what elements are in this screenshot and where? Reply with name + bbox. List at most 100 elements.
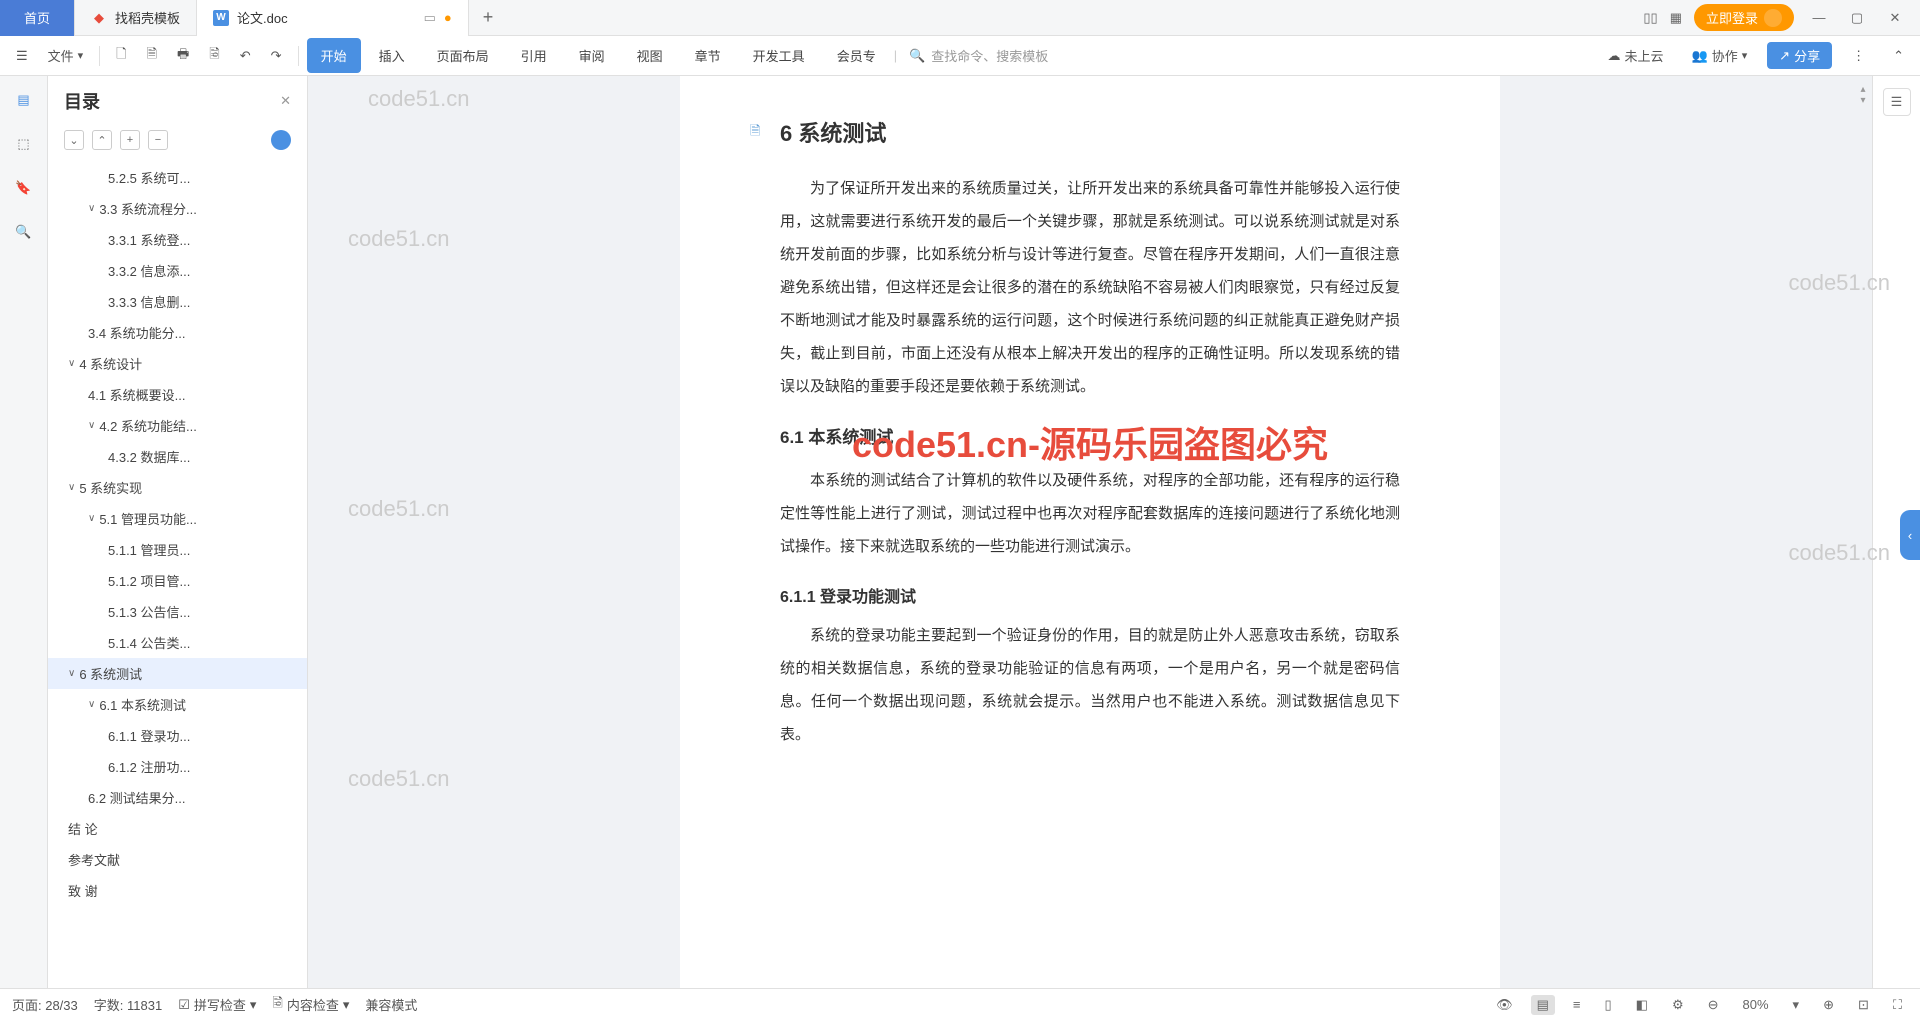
collapse-icon[interactable]: ⌃ [1885,42,1912,70]
outline-item[interactable]: 6.2 测试结果分... [48,782,307,813]
outline-item-label: 5.1.4 公告类... [108,633,190,652]
fit-icon[interactable]: ⊡ [1852,995,1875,1015]
search-box[interactable]: 🔍 查找命令、搜索模板 [901,46,1056,65]
fullscreen-icon[interactable]: ⛶ [1887,995,1908,1015]
outline-item[interactable]: 5.1.3 公告信... [48,596,307,627]
remove-icon[interactable]: − [148,130,168,150]
outline-item[interactable]: ∨4 系统设计 [48,348,307,379]
add-icon[interactable]: + [120,130,140,150]
view-read-icon[interactable]: ◧ [1630,995,1654,1015]
word-count[interactable]: 字数: 11831 [94,995,162,1014]
outline-item[interactable]: 5.2.5 系统可... [48,162,307,193]
outline-close[interactable]: ✕ [280,93,291,109]
outline-item-label: 6.1.1 登录功... [108,726,190,745]
layout-icon[interactable]: ▯▯ [1643,10,1657,26]
outline-item[interactable]: 3.4 系统功能分... [48,317,307,348]
tab-template[interactable]: ◆ 找稻壳模板 [75,0,197,36]
menu-layout[interactable]: 页面布局 [423,38,503,73]
view-web-icon[interactable]: ▯ [1599,995,1618,1015]
outline-item[interactable]: 5.1.2 项目管... [48,565,307,596]
view-outline-icon[interactable]: ≡ [1567,995,1587,1014]
tab-new[interactable]: + [469,0,508,36]
save-icon[interactable]: 🗋 [108,39,134,73]
outline-item[interactable]: ∨6 系统测试 [48,658,307,689]
expand-all-icon[interactable]: ⌃ [92,130,112,150]
outline-item[interactable]: 4.1 系统概要设... [48,379,307,410]
menu-start[interactable]: 开始 [307,38,361,73]
expand-handle[interactable]: ‹ [1900,510,1920,560]
outline-item[interactable]: 3.3.3 信息删... [48,286,307,317]
zoom-out[interactable]: ⊖ [1702,995,1725,1015]
toggle-panel-icon[interactable]: ☰ [1883,88,1911,116]
outline-item[interactable]: ∨6.1 本系统测试 [48,689,307,720]
document-page[interactable]: 🗎 6 系统测试 为了保证所开发出来的系统质量过关，让所开发出来的系统具备可靠性… [680,76,1500,988]
share-button[interactable]: ↗分享 [1767,42,1832,69]
outline-item-label: 4.2 系统功能结... [99,416,197,435]
menu-reference[interactable]: 引用 [507,38,561,73]
bookmark-icon[interactable]: 🔖 [12,176,36,200]
more-icon[interactable]: ⋮ [1844,42,1873,70]
tab-document[interactable]: W 论文.doc ▭ ● [197,0,469,36]
pin-icon[interactable]: ⬚ [12,132,36,156]
menu-view[interactable]: 视图 [623,38,677,73]
outline-item[interactable]: 6.1.1 登录功... [48,720,307,751]
redo-icon[interactable]: ↷ [263,42,290,70]
preview-icon[interactable]: 🗟 [201,39,227,73]
outline-item[interactable]: 参考文献 [48,844,307,875]
print-icon[interactable]: 🖶 [169,39,197,73]
undo-icon[interactable]: ↶ [232,42,259,70]
collapse-all-icon[interactable]: ⌄ [64,130,84,150]
outline-item[interactable]: 5.1.4 公告类... [48,627,307,658]
minimize-button[interactable]: — [1806,10,1832,25]
scroll-indicator[interactable]: ▴▾ [1858,84,1868,106]
outline-item[interactable]: 6.1.2 注册功... [48,751,307,782]
find-icon[interactable]: 🔍 [12,220,36,244]
maximize-button[interactable]: ▢ [1844,10,1870,26]
cloud-button[interactable]: ☁ 未上云 [1600,40,1672,71]
outline-item-label: 结 论 [68,819,98,838]
chevron-down-icon: ∨ [68,482,75,493]
sync-badge[interactable] [271,130,291,150]
page-indicator[interactable]: 页面: 28/33 [12,995,78,1014]
monitor-icon[interactable]: ▭ [424,10,436,26]
content-check[interactable]: 🗟 内容检查 ▾ [272,994,349,1016]
outline-item[interactable]: 3.3.1 系统登... [48,224,307,255]
zoom-dropdown[interactable]: ▾ [1787,995,1806,1015]
compat-mode[interactable]: 兼容模式 [365,995,417,1014]
collab-button[interactable]: 👥 协作 ▾ [1684,40,1756,71]
page-icon: 🗎 [750,122,760,144]
outline-item-label: 3.3.2 信息添... [108,261,190,280]
outline-item[interactable]: 致 谢 [48,875,307,906]
outline-item[interactable]: ∨4.2 系统功能结... [48,410,307,441]
menu-insert[interactable]: 插入 [365,38,419,73]
eye-icon[interactable]: 👁 [1490,995,1519,1015]
spell-check[interactable]: ☑ 拼写检查 ▾ [178,995,256,1014]
outline-item[interactable]: 4.3.2 数据库... [48,441,307,472]
view-page-icon[interactable]: ▤ [1531,995,1555,1015]
settings-icon[interactable]: ⚙ [1666,995,1690,1015]
outline-item[interactable]: ∨5.1 管理员功能... [48,503,307,534]
menu-review[interactable]: 审阅 [565,38,619,73]
outline-item[interactable]: 3.3.2 信息添... [48,255,307,286]
outline-item-label: 6.2 测试结果分... [88,788,186,807]
zoom-level[interactable]: 80% [1737,995,1775,1014]
menu-chapter[interactable]: 章节 [681,38,735,73]
outline-item[interactable]: 结 论 [48,813,307,844]
outline-item[interactable]: ∨5 系统实现 [48,472,307,503]
outline-icon[interactable]: ▤ [12,88,36,112]
outline-item-label: 6.1.2 注册功... [108,757,190,776]
close-button[interactable]: ✕ [1882,10,1908,26]
heading-3: 6.1.1 登录功能测试 [780,583,1400,607]
login-button[interactable]: 立即登录 [1694,4,1794,31]
save-as-icon[interactable]: 🗎 [139,39,165,73]
apps-icon[interactable]: ▦ [1670,10,1682,26]
outline-item-label: 4.3.2 数据库... [108,447,190,466]
zoom-in[interactable]: ⊕ [1817,995,1840,1015]
menu-devtools[interactable]: 开发工具 [739,38,819,73]
outline-item[interactable]: ∨3.3 系统流程分... [48,193,307,224]
menu-icon[interactable]: ☰ [8,42,36,70]
outline-item[interactable]: 5.1.1 管理员... [48,534,307,565]
file-menu[interactable]: 文件 ▾ [40,40,91,71]
menu-member[interactable]: 会员专 [823,38,890,73]
tab-home[interactable]: 首页 [0,0,75,36]
